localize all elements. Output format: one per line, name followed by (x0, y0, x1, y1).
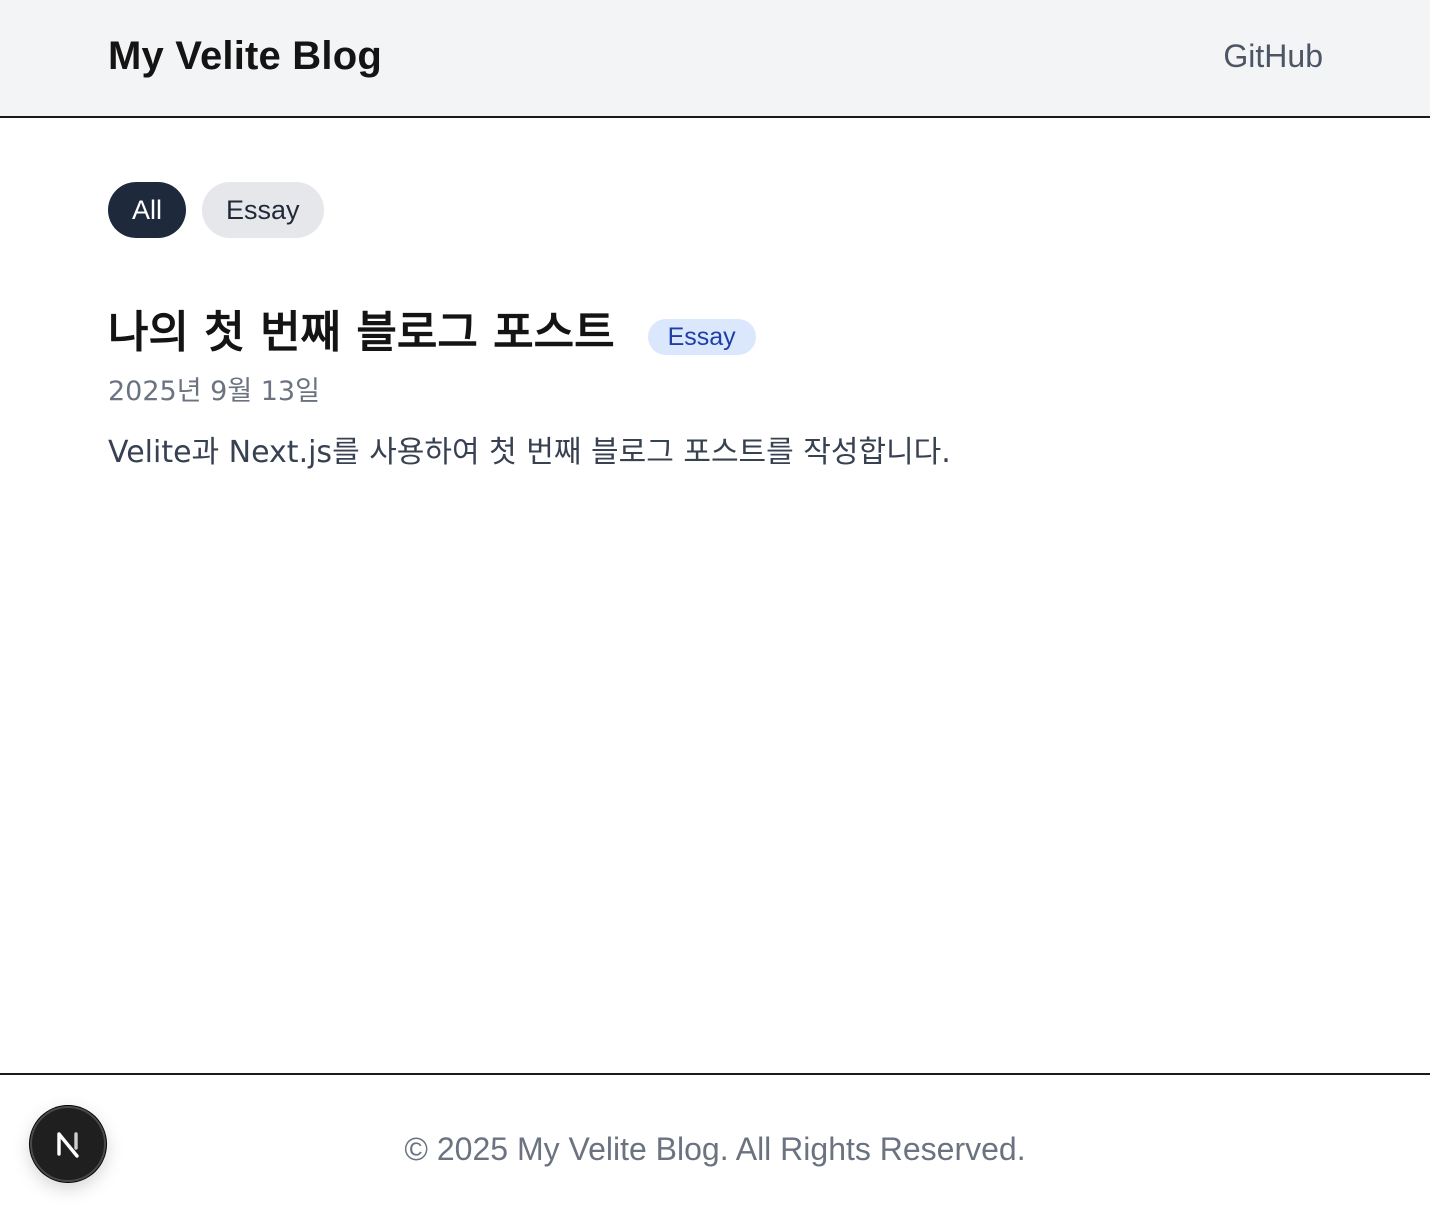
post-date: 2025년 9월 13일 (108, 376, 320, 407)
post-title-link[interactable]: 나의 첫 번째 블로그 포스트 (108, 302, 615, 364)
filter-all-button[interactable]: All (108, 182, 187, 238)
filter-essay-button[interactable]: Essay (202, 182, 324, 238)
github-link[interactable]: GitHub (1223, 36, 1323, 76)
site-title-link[interactable]: My Velite Blog (108, 30, 382, 82)
site-header: My Velite Blog GitHub (0, 0, 1430, 118)
nextjs-dev-indicator-button[interactable] (30, 1106, 106, 1182)
nextjs-logo-icon (57, 1132, 79, 1158)
post-category-badge: Essay (647, 319, 756, 355)
footer-copyright: © 2025 My Velite Blog. All Rights Reserv… (404, 1131, 1026, 1167)
post-summary: Velite과 Next.js를 사용하여 첫 번째 블로그 포스트를 작성합니… (108, 435, 951, 470)
site-footer: © 2025 My Velite Blog. All Rights Reserv… (0, 1073, 1430, 1210)
post-item: 나의 첫 번째 블로그 포스트 Essay 2025년 9월 13일 Velit… (108, 300, 1308, 474)
category-filters: All Essay (108, 182, 324, 238)
post-title-row: 나의 첫 번째 블로그 포스트 Essay (108, 300, 1308, 366)
